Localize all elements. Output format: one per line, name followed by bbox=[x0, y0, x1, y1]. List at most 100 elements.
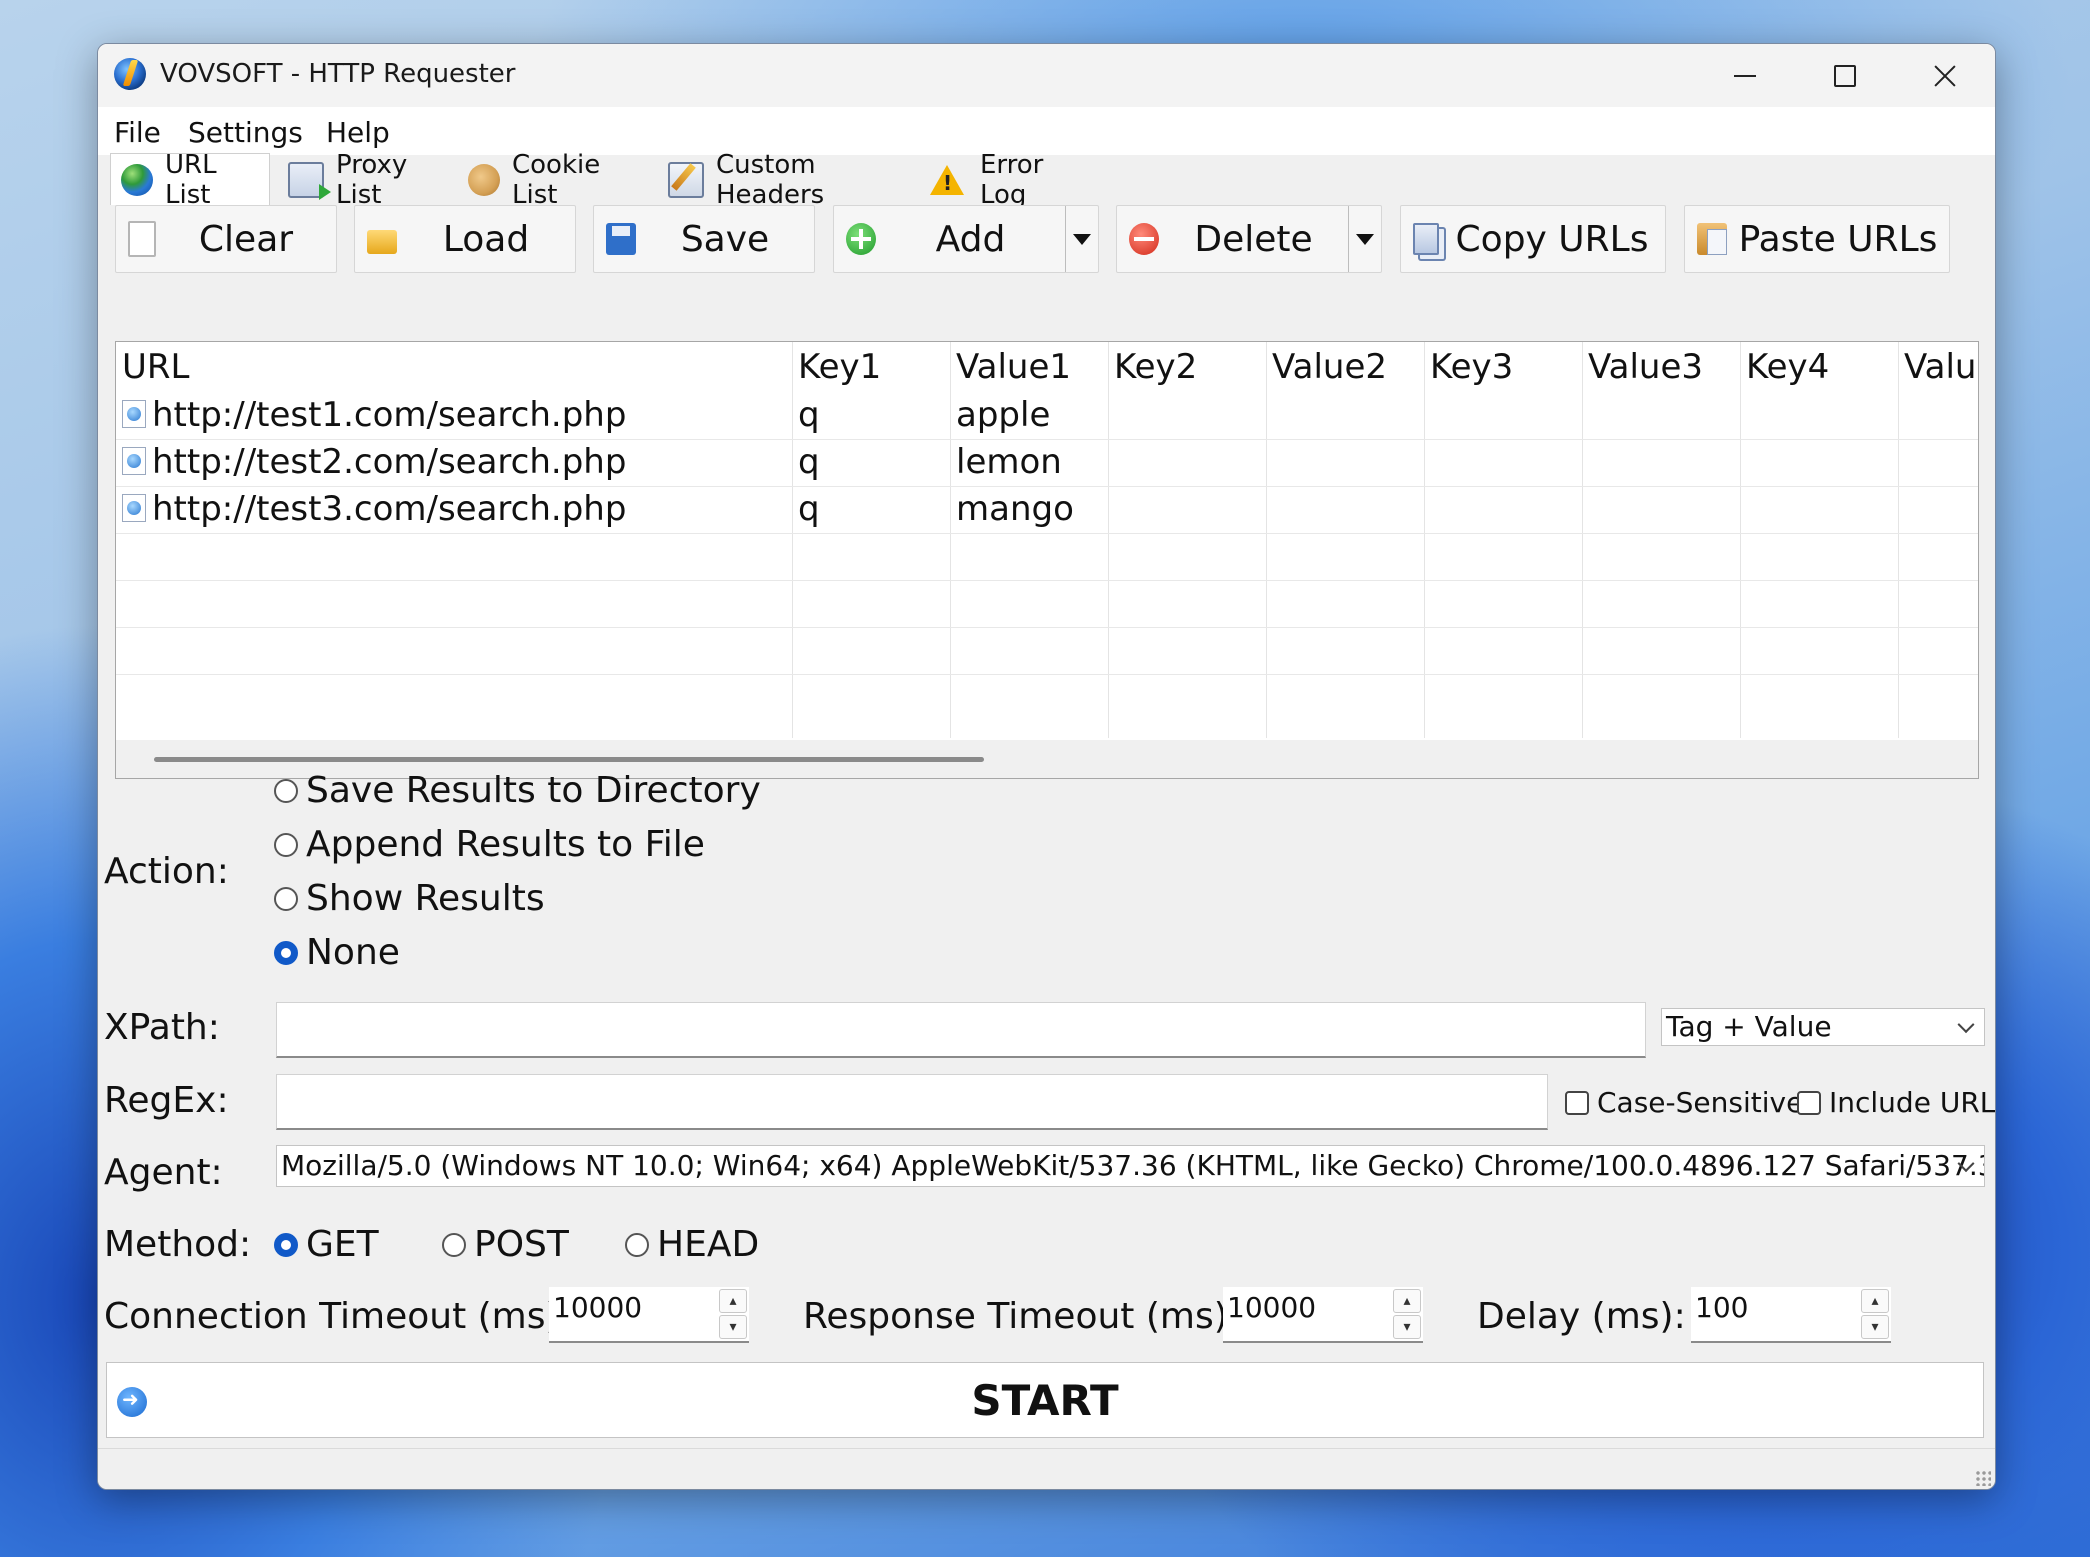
table-row[interactable]: http://test1.com/search.php bbox=[116, 392, 792, 439]
paste-icon bbox=[1697, 223, 1727, 255]
grid-header: URL Key1 Value1 Key2 Value2 Key3 Value3 … bbox=[116, 342, 1978, 392]
grid-divider bbox=[116, 674, 1978, 675]
radio-show-results[interactable]: Show Results bbox=[274, 878, 545, 919]
grid-divider bbox=[1898, 342, 1899, 738]
column-header-value1[interactable]: Value1 bbox=[950, 342, 1108, 392]
delete-dropdown-button[interactable] bbox=[1348, 206, 1381, 272]
tab-cookie-list[interactable]: Cookie List bbox=[458, 150, 648, 210]
close-icon bbox=[1933, 64, 1957, 88]
radio-get[interactable]: GET bbox=[274, 1224, 379, 1265]
add-dropdown-button[interactable] bbox=[1065, 206, 1098, 272]
cell-value1[interactable]: lemon bbox=[950, 439, 1108, 486]
radio-save-results-to-directory[interactable]: Save Results to Directory bbox=[274, 770, 761, 811]
spin-value: 10000 bbox=[1227, 1291, 1317, 1324]
column-header-key2[interactable]: Key2 bbox=[1108, 342, 1266, 392]
paste-urls-button[interactable]: Paste URLs bbox=[1684, 205, 1950, 273]
clear-button[interactable]: Clear bbox=[115, 205, 337, 273]
connection-timeout-input[interactable]: 10000 ▴ ▾ bbox=[549, 1287, 749, 1343]
regex-input[interactable] bbox=[276, 1074, 1548, 1130]
cell-value1[interactable]: mango bbox=[950, 486, 1108, 533]
column-header-value2[interactable]: Value2 bbox=[1266, 342, 1424, 392]
web-page-icon bbox=[122, 493, 146, 522]
start-button[interactable]: START bbox=[106, 1362, 1984, 1438]
spin-down-icon[interactable]: ▾ bbox=[1861, 1315, 1889, 1339]
delete-button[interactable]: Delete bbox=[1116, 205, 1382, 273]
menu-settings[interactable]: Settings bbox=[188, 116, 303, 149]
cell-url: http://test1.com/search.php bbox=[152, 395, 627, 435]
window-title: VOVSOFT - HTTP Requester bbox=[160, 59, 516, 89]
load-button[interactable]: Load bbox=[354, 205, 576, 273]
title-bar[interactable]: VOVSOFT - HTTP Requester bbox=[98, 44, 1995, 107]
menu-file[interactable]: File bbox=[114, 116, 161, 149]
grid-divider bbox=[1108, 342, 1109, 738]
column-header-key3[interactable]: Key3 bbox=[1424, 342, 1582, 392]
menu-help[interactable]: Help bbox=[326, 116, 390, 149]
column-header-value4[interactable]: Valu bbox=[1898, 342, 1978, 392]
spin-up-icon[interactable]: ▴ bbox=[1861, 1289, 1889, 1313]
radio-indicator bbox=[442, 1232, 466, 1257]
tab-url-list[interactable]: URL List bbox=[110, 150, 270, 210]
radio-post[interactable]: POST bbox=[442, 1224, 569, 1265]
tab-label: Custom Headers bbox=[716, 150, 825, 210]
close-button[interactable] bbox=[1895, 44, 1995, 107]
cell-key1[interactable]: q bbox=[792, 486, 950, 533]
warning-icon bbox=[930, 165, 964, 195]
radio-append-results-to-file[interactable]: Append Results to File bbox=[274, 824, 705, 865]
radio-label: Show Results bbox=[306, 878, 545, 919]
tab-custom-headers[interactable]: Custom Headers bbox=[658, 150, 908, 210]
cell-key1[interactable]: q bbox=[792, 392, 950, 439]
spin-up-icon[interactable]: ▴ bbox=[1393, 1289, 1421, 1313]
resize-grip-icon[interactable] bbox=[1975, 1470, 1991, 1486]
minimize-button[interactable] bbox=[1695, 44, 1795, 107]
tab-error-log[interactable]: Error Log bbox=[920, 150, 1090, 210]
connection-timeout-label: Connection Timeout (ms): bbox=[104, 1296, 572, 1337]
copy-urls-button[interactable]: Copy URLs bbox=[1400, 205, 1666, 273]
tab-label: Proxy List bbox=[336, 150, 408, 210]
xpath-input[interactable] bbox=[276, 1002, 1646, 1058]
floppy-disk-icon bbox=[606, 223, 636, 255]
spin-buttons[interactable]: ▴ ▾ bbox=[1393, 1289, 1421, 1339]
radio-label: Append Results to File bbox=[306, 824, 705, 865]
spin-up-icon[interactable]: ▴ bbox=[719, 1289, 747, 1313]
status-bar bbox=[98, 1448, 1995, 1489]
radio-none[interactable]: None bbox=[274, 932, 400, 973]
column-header-url[interactable]: URL bbox=[116, 342, 792, 392]
cell-key1[interactable]: q bbox=[792, 439, 950, 486]
xpath-mode-select[interactable]: Tag + Value bbox=[1661, 1008, 1985, 1046]
maximize-button[interactable] bbox=[1795, 44, 1895, 107]
spin-down-icon[interactable]: ▾ bbox=[1393, 1315, 1421, 1339]
tab-proxy-list[interactable]: Proxy List bbox=[278, 150, 448, 210]
table-row[interactable]: http://test3.com/search.php bbox=[116, 486, 792, 533]
column-header-value3[interactable]: Value3 bbox=[1582, 342, 1740, 392]
cell-url: http://test3.com/search.php bbox=[152, 489, 627, 529]
radio-label: POST bbox=[474, 1224, 569, 1265]
spin-down-icon[interactable]: ▾ bbox=[719, 1315, 747, 1339]
spin-buttons[interactable]: ▴ ▾ bbox=[1861, 1289, 1889, 1339]
cell-value1[interactable]: apple bbox=[950, 392, 1108, 439]
table-row[interactable]: http://test2.com/search.php bbox=[116, 439, 792, 486]
save-button[interactable]: Save bbox=[593, 205, 815, 273]
add-button[interactable]: Add bbox=[833, 205, 1099, 273]
radio-head[interactable]: HEAD bbox=[625, 1224, 759, 1265]
scrollbar-thumb[interactable] bbox=[154, 757, 984, 762]
tab-label: URL List bbox=[165, 150, 217, 210]
tab-label: Error Log bbox=[980, 150, 1044, 210]
include-url-checkbox[interactable]: Include URL bbox=[1797, 1086, 1995, 1119]
grid-divider bbox=[116, 627, 1978, 628]
radio-label: None bbox=[306, 932, 400, 973]
arrow-right-circle-icon bbox=[117, 1387, 147, 1417]
toolbar: Clear Load Save Add Delete Copy URLs Pas… bbox=[98, 205, 1995, 335]
delay-input[interactable]: 100 ▴ ▾ bbox=[1691, 1287, 1891, 1343]
case-sensitive-checkbox[interactable]: Case-Sensitive bbox=[1565, 1086, 1803, 1119]
blank-document-icon bbox=[128, 221, 156, 257]
column-header-key1[interactable]: Key1 bbox=[792, 342, 950, 392]
checkbox-box bbox=[1797, 1090, 1821, 1115]
spin-buttons[interactable]: ▴ ▾ bbox=[719, 1289, 747, 1339]
url-grid[interactable]: URL Key1 Value1 Key2 Value2 Key3 Value3 … bbox=[115, 341, 1979, 779]
app-logo-icon bbox=[114, 58, 146, 90]
agent-select[interactable]: Mozilla/5.0 (Windows NT 10.0; Win64; x64… bbox=[276, 1145, 1985, 1187]
column-header-key4[interactable]: Key4 bbox=[1740, 342, 1898, 392]
response-timeout-input[interactable]: 10000 ▴ ▾ bbox=[1223, 1287, 1423, 1343]
regex-label: RegEx: bbox=[104, 1080, 229, 1121]
folder-icon bbox=[367, 230, 397, 254]
